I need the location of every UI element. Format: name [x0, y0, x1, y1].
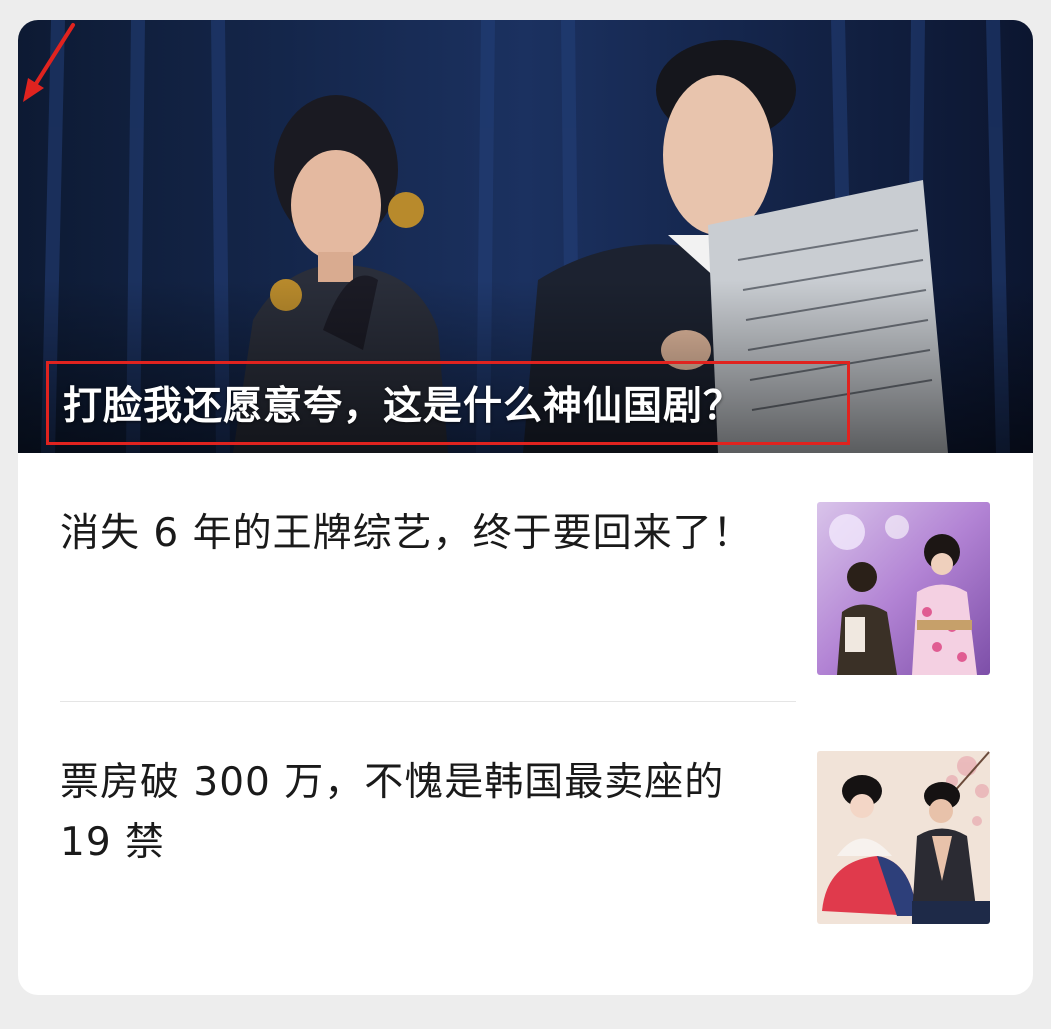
- article-thumbnail: [817, 502, 990, 675]
- article-title: 票房破 300 万，不愧是韩国最卖座的 19 禁: [60, 760, 725, 865]
- article-list-item[interactable]: 票房破 300 万，不愧是韩国最卖座的 19 禁: [60, 751, 990, 924]
- article-card: 打脸我还愿意夸，这是什么神仙国剧？ 消失 6 年的王牌综艺，终于要回来了！ 票房…: [18, 20, 1033, 995]
- article-title: 消失 6 年的王牌综艺，终于要回来了！: [60, 511, 753, 556]
- article-thumbnail: [817, 751, 990, 924]
- list-divider: [60, 701, 796, 702]
- hero-article[interactable]: 打脸我还愿意夸，这是什么神仙国剧？: [18, 20, 1033, 453]
- hero-title: 打脸我还愿意夸，这是什么神仙国剧？: [46, 361, 850, 445]
- article-list-item[interactable]: 消失 6 年的王牌综艺，终于要回来了！: [60, 502, 990, 675]
- red-arrow-icon: [23, 23, 75, 102]
